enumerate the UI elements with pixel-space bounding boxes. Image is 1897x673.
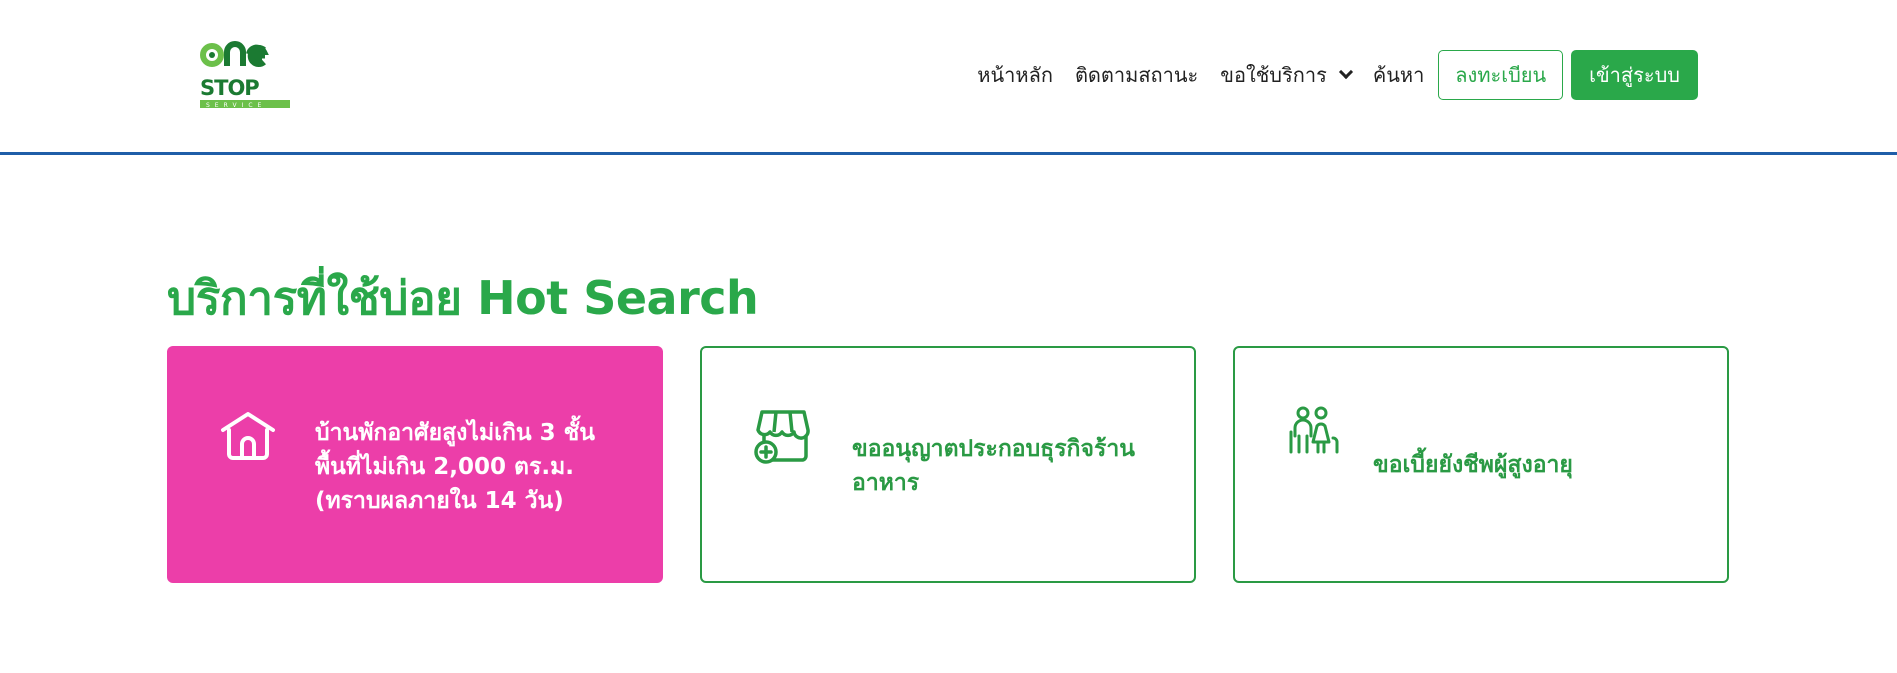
- svg-text:STOP: STOP: [200, 76, 259, 100]
- chevron-down-icon: [1338, 64, 1353, 80]
- nav-track-status-label: ติดตามสถานะ: [1074, 63, 1199, 87]
- card-food-business-text: ขออนุญาตประกอบธุรกิจร้าน อาหาร: [852, 432, 1172, 500]
- card-house-line-1: บ้านพักอาศัยสูงไม่เกิน 3 ชั้น: [315, 420, 595, 446]
- nav-track-status[interactable]: ติดตามสถานะ: [1075, 59, 1198, 91]
- shop-license-icon: [754, 406, 812, 466]
- nav-request-service[interactable]: ขอใช้บริการ: [1220, 59, 1353, 91]
- hot-search-title: บริการที่ใช้บ่อย Hot Search: [167, 271, 759, 325]
- register-button[interactable]: ลงทะเบียน: [1438, 50, 1564, 100]
- card-elderly-allowance-text: ขอเบี้ยยังชีพผู้สูงอายุ: [1373, 448, 1693, 482]
- card-food-business-line-1: ขออนุญาตประกอบธุรกิจร้าน: [852, 436, 1135, 462]
- hot-search-card-food-business[interactable]: ขออนุญาตประกอบธุรกิจร้าน อาหาร: [700, 346, 1196, 583]
- card-house-line-2: พื้นที่ไม่เกิน 2,000 ตร.ม.: [315, 454, 574, 480]
- nav-home[interactable]: หน้าหลัก: [977, 59, 1053, 91]
- main-nav: หน้าหลัก ติดตามสถานะ ขอใช้บริการ ค้นหา ล…: [977, 50, 1698, 100]
- nav-request-service-label: ขอใช้บริการ: [1220, 63, 1327, 87]
- hot-search-card-house[interactable]: บ้านพักอาศัยสูงไม่เกิน 3 ชั้น พื้นที่ไม่…: [167, 346, 663, 583]
- card-elderly-allowance-line-1: ขอเบี้ยยังชีพผู้สูงอายุ: [1373, 452, 1573, 478]
- nav-search[interactable]: ค้นหา: [1373, 59, 1424, 91]
- hot-search-card-elderly-allowance[interactable]: ขอเบี้ยยังชีพผู้สูงอายุ: [1233, 346, 1729, 583]
- login-button[interactable]: เข้าสู่ระบบ: [1571, 50, 1698, 100]
- card-food-business-line-2: อาหาร: [852, 470, 920, 496]
- svg-text:SERVICE: SERVICE: [206, 102, 266, 109]
- nav-home-label: หน้าหลัก: [977, 63, 1053, 87]
- site-header: STOP SERVICE หน้าหลัก ติดตามสถานะ ขอใช้บ…: [0, 0, 1897, 155]
- elderly-couple-icon: [1287, 406, 1341, 456]
- nav-search-label: ค้นหา: [1372, 63, 1425, 87]
- card-house-line-3: (ทราบผลภายใน 14 วัน): [315, 488, 564, 514]
- house-icon: [219, 410, 277, 462]
- one-stop-service-logo[interactable]: STOP SERVICE: [200, 40, 294, 110]
- card-house-text: บ้านพักอาศัยสูงไม่เกิน 3 ชั้น พื้นที่ไม่…: [315, 416, 635, 518]
- logo-graphic: STOP SERVICE: [200, 41, 290, 109]
